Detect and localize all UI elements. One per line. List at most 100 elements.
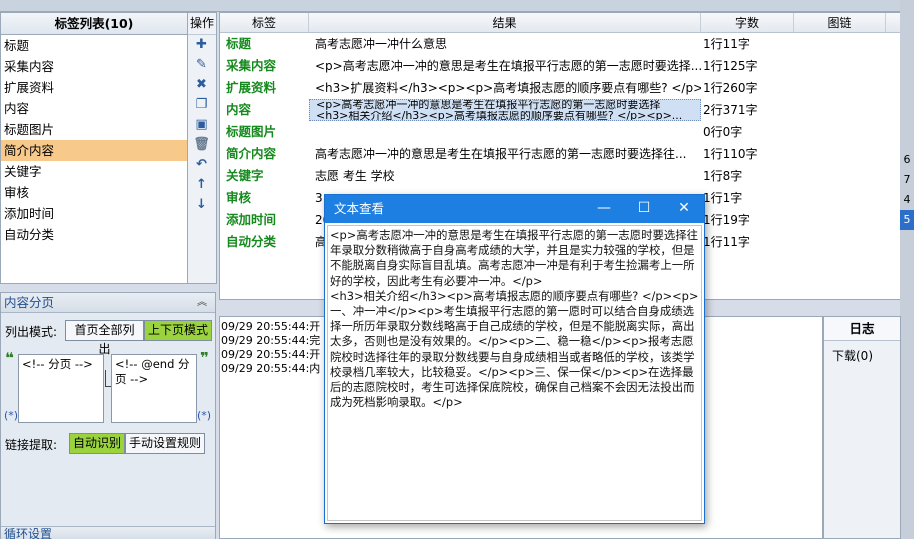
row-result-line: <p>高考志愿冲一冲的意思是考生在填报平行志愿的第一志愿时要选择 [316, 100, 661, 111]
dialog-title: 文本查看 [334, 201, 385, 216]
undo-icon[interactable]: ↶ [188, 155, 215, 175]
text-view-dialog: 文本查看 — ☐ ✕ <p>高考志愿冲一冲的意思是考生在填报平行志愿的第一志愿时… [324, 194, 705, 524]
row-count: 1行19字 [703, 213, 750, 227]
down-arrow-icon[interactable]: ↓ [188, 195, 215, 215]
edit-icon[interactable]: ✎ [188, 55, 215, 75]
top-tab-strip [0, 0, 914, 12]
operations-title: 操作 [188, 13, 216, 35]
log-tab[interactable]: 日志 [824, 317, 900, 341]
row-count: 1行260字 [703, 81, 758, 95]
row-tag-name: 关键字 [226, 168, 264, 183]
tag-list-item[interactable]: 内容 [1, 98, 187, 119]
paste-icon[interactable]: ▣ [188, 115, 215, 135]
mode-first-all-button[interactable]: 首页全部列出 [65, 320, 144, 356]
row-result-line: <h3>相关介绍</h3><p>高考填报志愿的顺序要点有哪些? </p><p>.… [316, 111, 683, 121]
right-number: 6 [903, 153, 911, 166]
wildcard-icon[interactable]: (*) [197, 409, 211, 422]
row-count: 1行11字 [703, 235, 750, 249]
tag-list-item[interactable]: 标题 [1, 35, 187, 56]
page-start-input[interactable]: <!-- 分页 --> [18, 354, 104, 423]
row-image-link [794, 209, 886, 231]
operations-column: 操作 ✚ ✎ ✖ ❐ ▣ 🗑 ↶ ↑ ↓ [188, 12, 217, 284]
row-result: <p>高考志愿冲一冲的意思是考生在填报平行志愿的第一志愿时要选择... [315, 59, 701, 73]
link-auto-button[interactable]: 自动识别 [69, 433, 125, 454]
row-image-link [794, 165, 886, 187]
row-count: 1行125字 [703, 59, 758, 73]
row-image-link [794, 143, 886, 165]
link-manual-button[interactable]: 手动设置规则 [125, 433, 205, 454]
table-header: 标签 结果 字数 图链 [220, 13, 914, 33]
tag-list-item[interactable]: 标题图片 [1, 119, 187, 140]
row-result: 高考志愿冲一冲什么意思 [315, 37, 448, 51]
table-row[interactable]: 采集内容 <p>高考志愿冲一冲的意思是考生在填报平行志愿的第一志愿时要选择... 1… [220, 55, 914, 77]
row-result [309, 121, 701, 143]
trash-icon[interactable]: 🗑 [188, 135, 215, 155]
list-mode-label: 列出模式: [5, 325, 58, 339]
log-sidebox: 日志 下载(0) [823, 316, 901, 539]
tag-list-item[interactable]: 扩展资料 [1, 77, 187, 98]
wildcard-icon[interactable]: (*) [4, 409, 18, 422]
row-image-link [794, 55, 886, 77]
tag-list-title: 标签列表(10) [1, 13, 187, 35]
row-tag-name: 内容 [226, 102, 252, 117]
minimize-icon[interactable]: — [584, 195, 624, 223]
row-result: 志愿 考生 学校 [315, 169, 395, 183]
mode-prev-next-button[interactable]: 上下页模式 [144, 320, 212, 341]
row-tag-name: 标题 [226, 36, 252, 51]
tag-list-item[interactable]: 审核 [1, 182, 187, 203]
row-image-link [794, 33, 886, 55]
tag-list-item[interactable]: 关键字 [1, 161, 187, 182]
row-count: 0行0字 [703, 125, 743, 139]
link-extract-label: 链接提取: [5, 438, 58, 452]
open-quote-icon: ❝ [5, 349, 14, 367]
table-row[interactable]: 简介内容 高考志愿冲一冲的意思是考生在填报平行志愿的第一志愿时要选择往... 1行1… [220, 143, 914, 165]
up-arrow-icon[interactable]: ↑ [188, 175, 215, 195]
paging-header[interactable]: 内容分页 ︽ [1, 293, 215, 313]
tag-list-item[interactable]: 采集内容 [1, 56, 187, 77]
page-end-input[interactable]: <!-- @end 分页 --> [111, 354, 197, 423]
table-row[interactable]: 扩展资料 <h3>扩展资料</h3><p><p>高考填报志愿的顺序要点有哪些? <… [220, 77, 914, 99]
table-row[interactable]: 关键字 志愿 考生 学校 1行8字 [220, 165, 914, 187]
collapse-chevron-icon[interactable]: ︽ [197, 293, 207, 313]
download-count[interactable]: 下载(0) [824, 341, 900, 364]
row-count: 1行11字 [703, 37, 750, 51]
close-quote-icon: ❞ [200, 349, 209, 367]
header-count[interactable]: 字数 [701, 13, 794, 32]
header-result[interactable]: 结果 [309, 13, 701, 32]
row-image-link [794, 99, 886, 121]
right-number: 7 [903, 173, 911, 186]
table-row[interactable]: 内容 <p>高考志愿冲一冲的意思是考生在填报平行志愿的第一志愿时要选择 <h3>相关… [220, 99, 914, 121]
right-number: 4 [903, 193, 911, 206]
tag-list-panel: 标签列表(10) 标题 采集内容 扩展资料 内容 标题图片 简介内容 关键字 审核 添加时间 自动… [0, 12, 188, 284]
row-image-link [794, 231, 886, 253]
header-image-link[interactable]: 图链 [794, 13, 886, 32]
header-tag[interactable]: 标签 [220, 13, 309, 32]
table-row[interactable]: 标题 高考志愿冲一冲什么意思 1行11字 [220, 33, 914, 55]
row-count: 1行8字 [703, 169, 743, 183]
loop-settings-header[interactable]: 循环设置 [1, 526, 215, 539]
dialog-text-content[interactable]: <p>高考志愿冲一冲的意思是考生在填报平行志愿的第一志愿时要选择往年录取分数稍微… [327, 225, 702, 521]
table-row[interactable]: 标题图片 0行0字 [220, 121, 914, 143]
right-number: 5 [900, 210, 914, 230]
tag-list-item[interactable]: 简介内容 [1, 140, 187, 161]
delete-icon[interactable]: ✖ [188, 75, 215, 95]
maximize-icon[interactable]: ☐ [624, 195, 664, 223]
tag-list-item[interactable]: 自动分类 [1, 224, 187, 245]
dialog-titlebar[interactable]: 文本查看 — ☐ ✕ [325, 195, 704, 223]
row-tag-name: 扩展资料 [226, 80, 277, 95]
row-tag-name: 添加时间 [226, 212, 277, 227]
row-result: 高考志愿冲一冲的意思是考生在填报平行志愿的第一志愿时要选择往... [315, 147, 687, 161]
row-result: <p>高考志愿冲一冲的意思是考生在填报平行志愿的第一志愿时要选择 <h3>相关介绍… [309, 99, 701, 121]
paging-title: 内容分页 [4, 295, 55, 310]
row-count: 1行110字 [703, 147, 758, 161]
add-icon[interactable]: ✚ [188, 35, 215, 55]
right-edge-panel: 6 7 4 5 [900, 0, 914, 539]
row-tag-name: 标题图片 [226, 124, 277, 139]
row-tag-name: 审核 [226, 190, 252, 205]
close-icon[interactable]: ✕ [664, 195, 704, 223]
tag-list-item[interactable]: 添加时间 [1, 203, 187, 224]
tag-list: 标题 采集内容 扩展资料 内容 标题图片 简介内容 关键字 审核 添加时间 自动分类 [1, 35, 187, 245]
copy-icon[interactable]: ❐ [188, 95, 215, 115]
row-result: <h3>扩展资料</h3><p><p>高考填报志愿的顺序要点有哪些? </p><… [315, 81, 701, 95]
content-paging-panel: 内容分页 ︽ 列出模式: 首页全部列出 上下页模式 ❝ <!-- 分页 --> … [0, 292, 216, 539]
